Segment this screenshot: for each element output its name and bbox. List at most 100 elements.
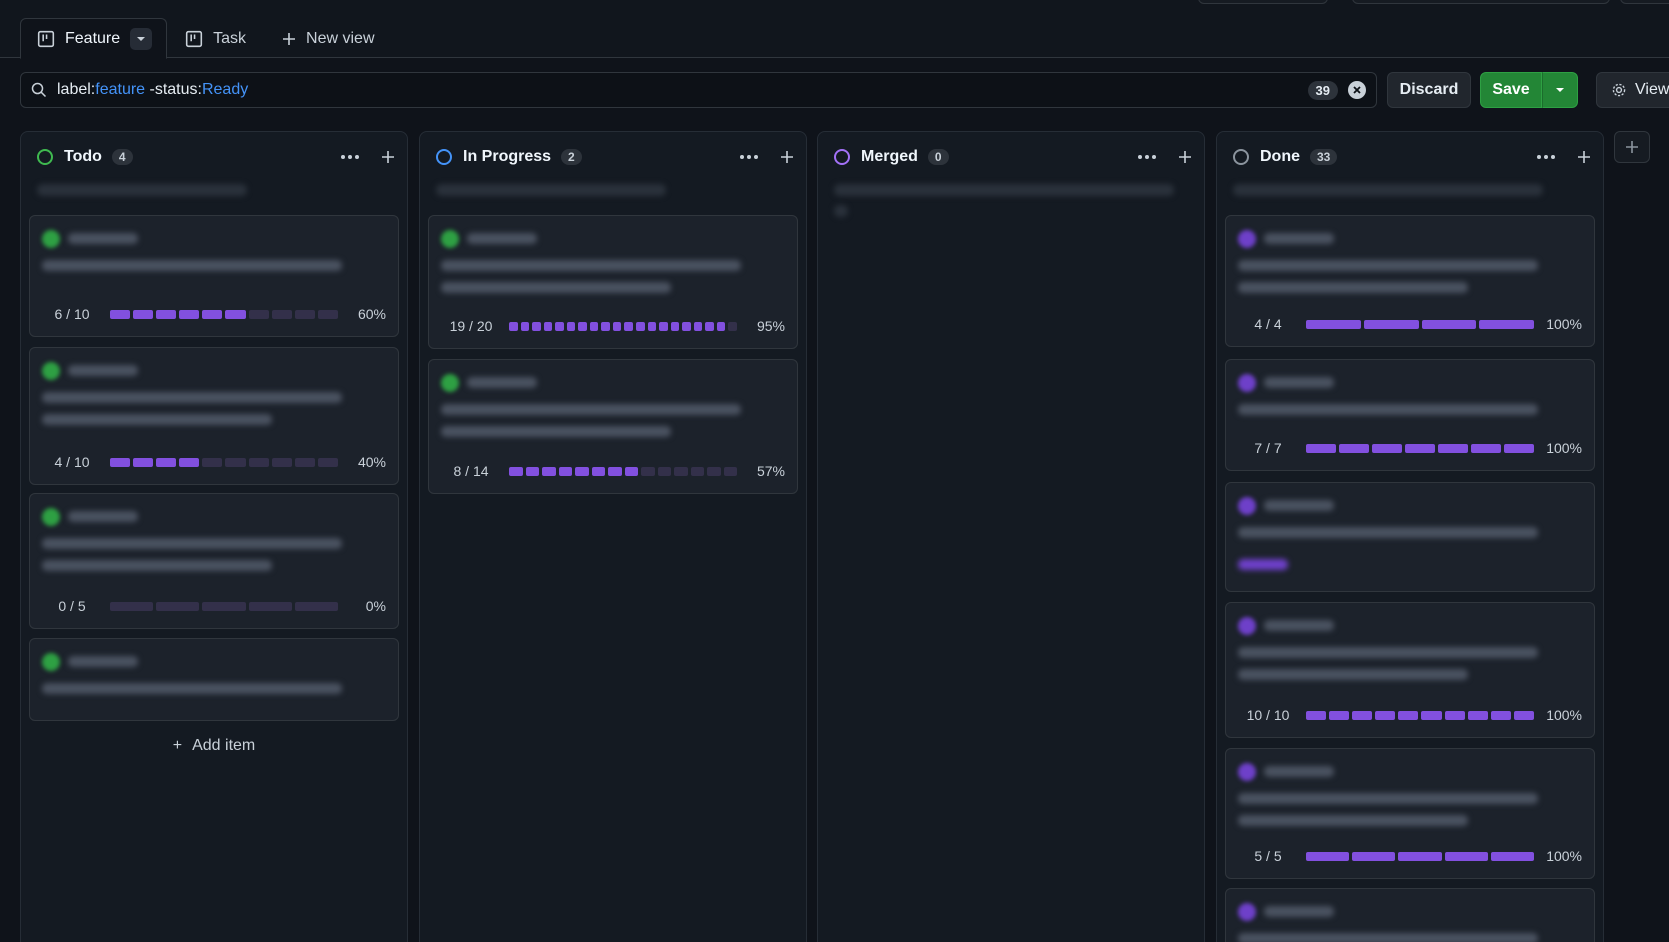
filter-input[interactable]: label:feature -status:Ready 39: [20, 72, 1377, 108]
progress-segment: [1398, 710, 1419, 720]
column-description: [834, 205, 848, 217]
progress-percent: 60%: [357, 306, 386, 322]
progress-segment: [225, 309, 246, 319]
progress-segment: [1306, 319, 1361, 329]
issue-card[interactable]: 7 / 7 100%: [1225, 359, 1595, 471]
issue-title: [42, 538, 342, 549]
tab-feature[interactable]: Feature: [20, 18, 168, 59]
subtask-progress: 19 / 20 95%: [441, 316, 785, 336]
issue-card[interactable]: 0 / 5 0%: [29, 493, 399, 629]
progress-segment: [1490, 851, 1535, 861]
progress-segment: [294, 457, 315, 467]
toolbar-control[interactable]: [1198, 0, 1328, 4]
kebab-icon[interactable]: [341, 155, 359, 159]
issue-card[interactable]: 4 / 10 40%: [29, 347, 399, 485]
kebab-icon[interactable]: [1537, 155, 1555, 159]
save-button[interactable]: Save: [1480, 72, 1542, 108]
progress-segment: [1329, 710, 1350, 720]
column-title: Merged: [861, 148, 918, 165]
progress-segment: [248, 601, 292, 611]
issue-title: [1238, 404, 1538, 415]
progress-segment: [1504, 443, 1534, 453]
column-in-progress: In Progress 2 19 / 20 95% 8 / 14 57%: [419, 131, 807, 942]
toolbar-control[interactable]: [1620, 0, 1669, 4]
add-card-plus-icon[interactable]: [1178, 150, 1192, 164]
issue-card[interactable]: [1225, 482, 1595, 592]
kebab-icon[interactable]: [1138, 155, 1156, 159]
progress-segment: [1306, 851, 1350, 861]
issue-card[interactable]: 19 / 20 95%: [428, 215, 798, 349]
progress-segment: [225, 457, 246, 467]
progress-percent: 100%: [1546, 707, 1582, 723]
progress-bar: [509, 466, 737, 476]
dot: [740, 155, 744, 159]
progress-segment: [202, 309, 223, 319]
progress-segment: [248, 457, 269, 467]
progress-segment: [294, 601, 339, 611]
progress-segment: [566, 321, 576, 331]
board-icon: [37, 30, 55, 47]
tab-menu-button[interactable]: [130, 27, 153, 50]
issue-title: [42, 560, 272, 571]
column-count-badge: 0: [927, 149, 949, 165]
add-card-plus-icon[interactable]: [381, 150, 395, 164]
progress-segment: [624, 321, 634, 331]
kebab-icon[interactable]: [740, 155, 758, 159]
progress-segment: [294, 309, 315, 319]
progress-segment: [1398, 851, 1442, 861]
issue-card[interactable]: 4 / 4 100%: [1225, 215, 1595, 347]
add-card-plus-icon[interactable]: [780, 150, 794, 164]
issue-status-icon: [1238, 903, 1256, 921]
column-description: [834, 184, 1174, 196]
caret-down-icon: [137, 36, 146, 41]
progress-segment: [248, 309, 269, 319]
add-column-button[interactable]: [1614, 131, 1650, 163]
tab-task[interactable]: Task: [167, 18, 264, 59]
dot: [1145, 155, 1149, 159]
discard-button[interactable]: Discard: [1387, 72, 1471, 108]
column-header: Done 33: [1233, 146, 1591, 168]
clear-filter-button[interactable]: [1348, 81, 1366, 99]
issue-card[interactable]: 10 / 10 100%: [1225, 602, 1595, 738]
progress-segment: [641, 466, 655, 476]
progress-segment: [693, 321, 703, 331]
progress-segment: [133, 309, 154, 319]
save-options-button[interactable]: [1542, 72, 1578, 108]
issue-card[interactable]: 6 / 10 60%: [29, 215, 399, 337]
progress-segment: [1444, 710, 1465, 720]
issue-card[interactable]: [29, 638, 399, 721]
column-actions: [740, 150, 794, 164]
status-circle-icon: [834, 149, 850, 165]
toolbar-control[interactable]: [1352, 0, 1610, 4]
issue-reference: [1264, 377, 1334, 388]
progress-percent: 40%: [357, 454, 386, 470]
column-count-badge: 4: [111, 149, 133, 165]
add-item-button[interactable]: + Add item: [21, 737, 407, 755]
issue-title: [441, 404, 741, 415]
add-card-plus-icon[interactable]: [1577, 150, 1591, 164]
progress-segment: [1444, 851, 1488, 861]
progress-segment: [179, 457, 200, 467]
new-view-button[interactable]: New view: [264, 18, 392, 59]
progress-segment: [555, 321, 564, 331]
view-label: View: [1635, 81, 1669, 98]
filter-segment: feature: [95, 81, 146, 98]
progress-percent: 100%: [1546, 848, 1582, 864]
issue-status-icon: [1238, 617, 1256, 635]
issue-card[interactable]: [1225, 888, 1595, 942]
column-todo: Todo 4 6 / 10 60% 4 / 10 40% 0 / 5 0% + Add item: [20, 131, 408, 942]
progress-fraction: 4 / 10: [54, 454, 90, 470]
progress-segment: [317, 309, 338, 319]
progress-segment: [1352, 710, 1373, 720]
issue-status-icon: [1238, 763, 1256, 781]
issue-reference: [68, 656, 138, 667]
view-options-button[interactable]: View: [1596, 72, 1669, 108]
plus-icon: [1626, 141, 1638, 153]
issue-card[interactable]: 5 / 5 100%: [1225, 748, 1595, 879]
issue-card[interactable]: 8 / 14 57%: [428, 359, 798, 494]
progress-bar: [1306, 443, 1534, 453]
subtask-progress: 8 / 14 57%: [441, 461, 785, 481]
issue-status-icon: [441, 374, 459, 392]
dot: [341, 155, 345, 159]
progress-segment: [1339, 443, 1369, 453]
